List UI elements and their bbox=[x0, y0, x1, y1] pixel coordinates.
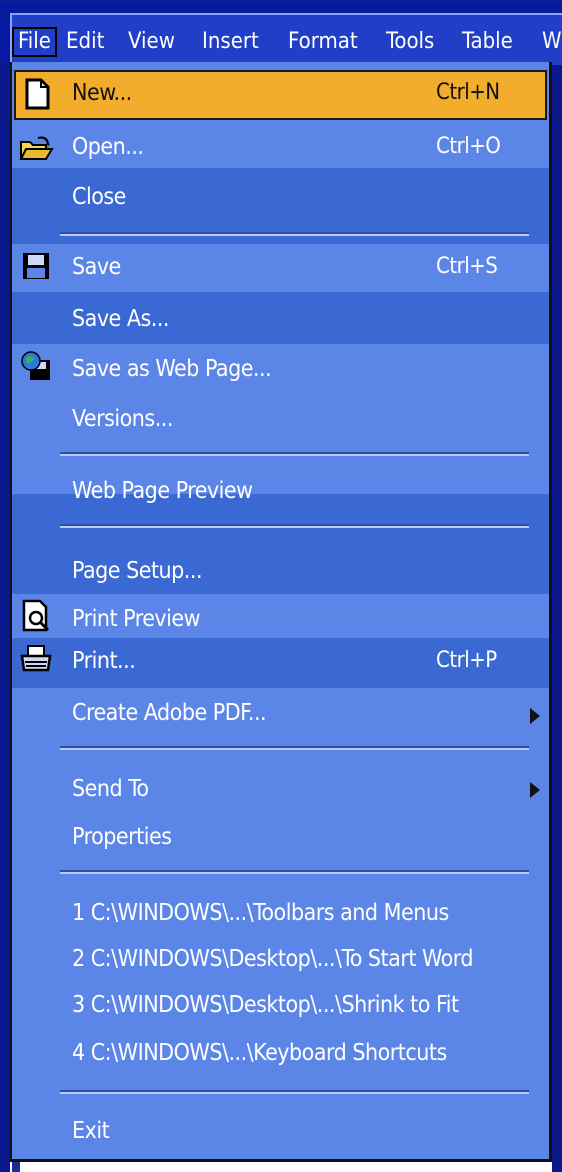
menu-item-new[interactable]: New... bbox=[72, 80, 132, 106]
menu-format[interactable]: Format bbox=[288, 27, 358, 57]
shortcut-new: Ctrl+N bbox=[436, 80, 500, 105]
print-preview-icon bbox=[22, 599, 50, 632]
open-folder-icon bbox=[19, 136, 54, 160]
menu-bar: File Edit View Insert Format Tools Table… bbox=[0, 0, 562, 65]
submenu-arrow-icon bbox=[530, 708, 540, 724]
menu-item-web-page-preview[interactable]: Web Page Preview bbox=[72, 478, 253, 504]
menu-window[interactable]: W bbox=[542, 27, 562, 57]
menu-item-create-adobe-pdf[interactable]: Create Adobe PDF... bbox=[72, 700, 267, 726]
menu-file[interactable]: File bbox=[12, 27, 57, 57]
window-edge-left bbox=[0, 0, 10, 1172]
menu-item-print-preview[interactable]: Print Preview bbox=[72, 606, 201, 632]
menu-item-print[interactable]: Print... bbox=[72, 648, 136, 674]
window-edge-right bbox=[552, 0, 562, 1172]
file-menu-dropdown: New... Ctrl+N Open... Ctrl+O Close Save … bbox=[10, 62, 552, 1162]
menu-item-save-as[interactable]: Save As... bbox=[72, 306, 170, 332]
menu-item-open[interactable]: Open... bbox=[72, 134, 144, 160]
menu-item-close[interactable]: Close bbox=[72, 184, 126, 210]
submenu-arrow-icon bbox=[530, 782, 540, 798]
menu-item-send-to[interactable]: Send To bbox=[72, 776, 149, 802]
recent-file-3[interactable]: 3 C:\WINDOWS\Desktop\...\Shrink to Fit bbox=[72, 992, 459, 1018]
floppy-disk-icon bbox=[23, 253, 49, 279]
band bbox=[12, 228, 549, 244]
menu-insert[interactable]: Insert bbox=[202, 27, 259, 57]
menu-separator bbox=[60, 232, 529, 236]
menu-table[interactable]: Table bbox=[462, 27, 513, 57]
new-document-icon bbox=[25, 78, 50, 110]
menu-item-versions[interactable]: Versions... bbox=[72, 406, 173, 432]
recent-file-4[interactable]: 4 C:\WINDOWS\...\Keyboard Shortcuts bbox=[72, 1040, 447, 1066]
menu-separator bbox=[60, 870, 529, 874]
document-area-edge bbox=[10, 1162, 552, 1172]
menu-separator bbox=[60, 746, 529, 750]
menu-item-save-as-web-page[interactable]: Save as Web Page... bbox=[72, 356, 272, 382]
menu-separator bbox=[60, 1090, 529, 1094]
menu-tools[interactable]: Tools bbox=[386, 27, 434, 57]
recent-file-2[interactable]: 2 C:\WINDOWS\Desktop\...\To Start Word bbox=[72, 946, 474, 972]
text-cursor-marker bbox=[12, 1162, 20, 1172]
menu-view[interactable]: View bbox=[128, 27, 175, 57]
menu-bar-inner: File Edit View Insert Format Tools Table… bbox=[10, 13, 562, 65]
menu-separator bbox=[60, 524, 529, 528]
web-page-save-icon bbox=[21, 351, 50, 380]
menu-edit[interactable]: Edit bbox=[66, 27, 104, 57]
shortcut-print: Ctrl+P bbox=[436, 648, 497, 673]
menu-item-page-setup[interactable]: Page Setup... bbox=[72, 558, 203, 584]
shortcut-open: Ctrl+O bbox=[436, 134, 501, 159]
menu-item-properties[interactable]: Properties bbox=[72, 824, 172, 850]
menu-item-save[interactable]: Save bbox=[72, 254, 121, 280]
recent-file-1[interactable]: 1 C:\WINDOWS\...\Toolbars and Menus bbox=[72, 900, 449, 926]
shortcut-save: Ctrl+S bbox=[436, 254, 498, 279]
menu-separator bbox=[60, 452, 529, 456]
menu-item-exit[interactable]: Exit bbox=[72, 1118, 110, 1144]
printer-icon bbox=[20, 645, 52, 672]
